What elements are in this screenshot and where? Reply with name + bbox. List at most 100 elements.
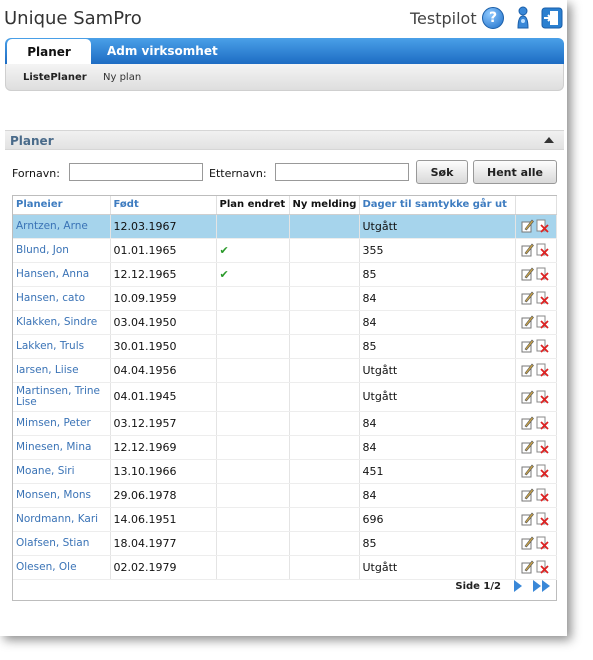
delete-icon[interactable] [536,416,549,430]
search-button[interactable]: Søk [416,160,468,184]
cell-planeier[interactable]: Olafsen, Stian [13,531,111,556]
table-row[interactable]: Blund, Jon 01.01.1965 ✔ 355 [13,238,557,263]
delete-icon[interactable] [536,440,549,454]
check-icon: ✔ [219,267,229,281]
delete-icon[interactable] [536,243,549,257]
cell-fodt: 04.04.1956 [110,358,217,383]
cell-planeier[interactable]: Martinsen, Trine Lise [13,382,111,412]
cell-actions [515,358,557,383]
last-page-icon[interactable] [532,580,552,592]
cell-planeier[interactable]: Mimsen, Peter [13,411,111,436]
edit-icon[interactable] [521,243,534,257]
cell-planeier[interactable]: Moane, Siri [13,459,111,484]
table-row[interactable]: Hansen, Anna 12.12.1965 ✔ 85 [13,262,557,287]
cell-fodt: 03.12.1957 [110,411,217,436]
edit-icon[interactable] [521,315,534,329]
cell-fodt: 01.01.1965 [110,238,217,263]
cell-dager: 355 [359,238,516,263]
table-row[interactable]: Martinsen, Trine Lise 04.01.1945 Utgått [13,382,557,412]
delete-icon[interactable] [536,536,549,550]
cell-planeier[interactable]: Hansen, Anna [13,262,111,287]
delete-icon[interactable] [536,315,549,329]
cell-ny-melding [289,310,360,335]
cell-plan-endret [216,459,290,484]
cell-dager: 85 [359,262,516,287]
help-icon[interactable]: ? [482,7,504,29]
edit-icon[interactable] [521,219,534,233]
delete-icon[interactable] [536,267,549,281]
table-row[interactable]: Arntzen, Arne 12.03.1967 Utgått [13,214,557,239]
delete-icon[interactable] [536,339,549,353]
delete-icon[interactable] [536,219,549,233]
cell-planeier[interactable]: Nordmann, Kari [13,507,111,532]
cell-planeier[interactable]: Hansen, cato [13,286,111,311]
table-row[interactable]: Minesen, Mina 12.12.1969 84 [13,435,557,460]
cell-planeier[interactable]: Minesen, Mina [13,435,111,460]
cell-plan-endret [216,358,290,383]
edit-icon[interactable] [521,536,534,550]
cell-ny-melding [289,382,360,412]
subnav-listeplaner[interactable]: ListePlaner [23,72,87,83]
cell-actions [515,459,557,484]
delete-icon[interactable] [536,464,549,478]
table-row[interactable]: larsen, Liise 04.04.1956 Utgått [13,358,557,383]
collapse-icon[interactable] [544,137,554,143]
fetch-all-button[interactable]: Hent alle [473,160,557,184]
cell-dager: 85 [359,334,516,359]
first-name-input[interactable] [69,163,203,181]
tab-planer[interactable]: Planer [7,39,91,64]
edit-icon[interactable] [521,267,534,281]
table-row[interactable]: Mimsen, Peter 03.12.1957 84 [13,411,557,436]
col-header-planeier[interactable]: Planeier [13,196,111,215]
cell-planeier[interactable]: Klakken, Sindre [13,310,111,335]
delete-icon[interactable] [536,291,549,305]
cell-fodt: 03.04.1950 [110,310,217,335]
cell-dager: 84 [359,286,516,311]
cell-plan-endret [216,411,290,436]
cell-plan-endret [216,435,290,460]
edit-icon[interactable] [521,440,534,454]
tab-bar: Planer Adm virksomhet [5,38,564,64]
edit-icon[interactable] [521,390,534,404]
table-row[interactable]: Klakken, Sindre 03.04.1950 84 [13,310,557,335]
cell-fodt: 13.10.1966 [110,459,217,484]
delete-icon[interactable] [536,363,549,377]
table-row[interactable]: Moane, Siri 13.10.1966 451 [13,459,557,484]
edit-icon[interactable] [521,363,534,377]
cell-actions [515,507,557,532]
cell-dager: 84 [359,483,516,508]
table-row[interactable]: Monsen, Mons 29.06.1978 84 [13,483,557,508]
edit-icon[interactable] [521,512,534,526]
delete-icon[interactable] [536,488,549,502]
table-row[interactable]: Hansen, cato 10.09.1959 84 [13,286,557,311]
user-icon[interactable] [512,6,534,29]
col-header-fodt[interactable]: Født [110,196,217,215]
cell-fodt: 04.01.1945 [110,382,217,412]
last-name-input[interactable] [275,163,409,181]
cell-planeier[interactable]: Monsen, Mons [13,483,111,508]
table-row[interactable]: Olafsen, Stian 18.04.1977 85 [13,531,557,556]
subnav-ny-plan[interactable]: Ny plan [103,72,141,83]
edit-icon[interactable] [521,339,534,353]
cell-dager: Utgått [359,358,516,383]
logout-icon[interactable] [541,7,563,29]
edit-icon[interactable] [521,488,534,502]
cell-planeier[interactable]: Blund, Jon [13,238,111,263]
cell-planeier[interactable]: Lakken, Truls [13,334,111,359]
table-row[interactable]: Nordmann, Kari 14.06.1951 696 [13,507,557,532]
edit-icon[interactable] [521,416,534,430]
cell-fodt: 10.09.1959 [110,286,217,311]
cell-planeier[interactable]: Arntzen, Arne [13,214,111,239]
delete-icon[interactable] [536,390,549,404]
edit-icon[interactable] [521,560,534,574]
table-row[interactable]: Lakken, Truls 30.01.1950 85 [13,334,557,359]
edit-icon[interactable] [521,291,534,305]
edit-icon[interactable] [521,464,534,478]
cell-planeier[interactable]: larsen, Liise [13,358,111,383]
delete-icon[interactable] [536,560,549,574]
col-header-dager[interactable]: Dager til samtykke går ut [359,196,516,215]
next-page-icon[interactable] [513,580,523,592]
delete-icon[interactable] [536,512,549,526]
cell-plan-endret: ✔ [216,262,290,287]
tab-adm-virksomhet[interactable]: Adm virksomhet [91,38,234,64]
